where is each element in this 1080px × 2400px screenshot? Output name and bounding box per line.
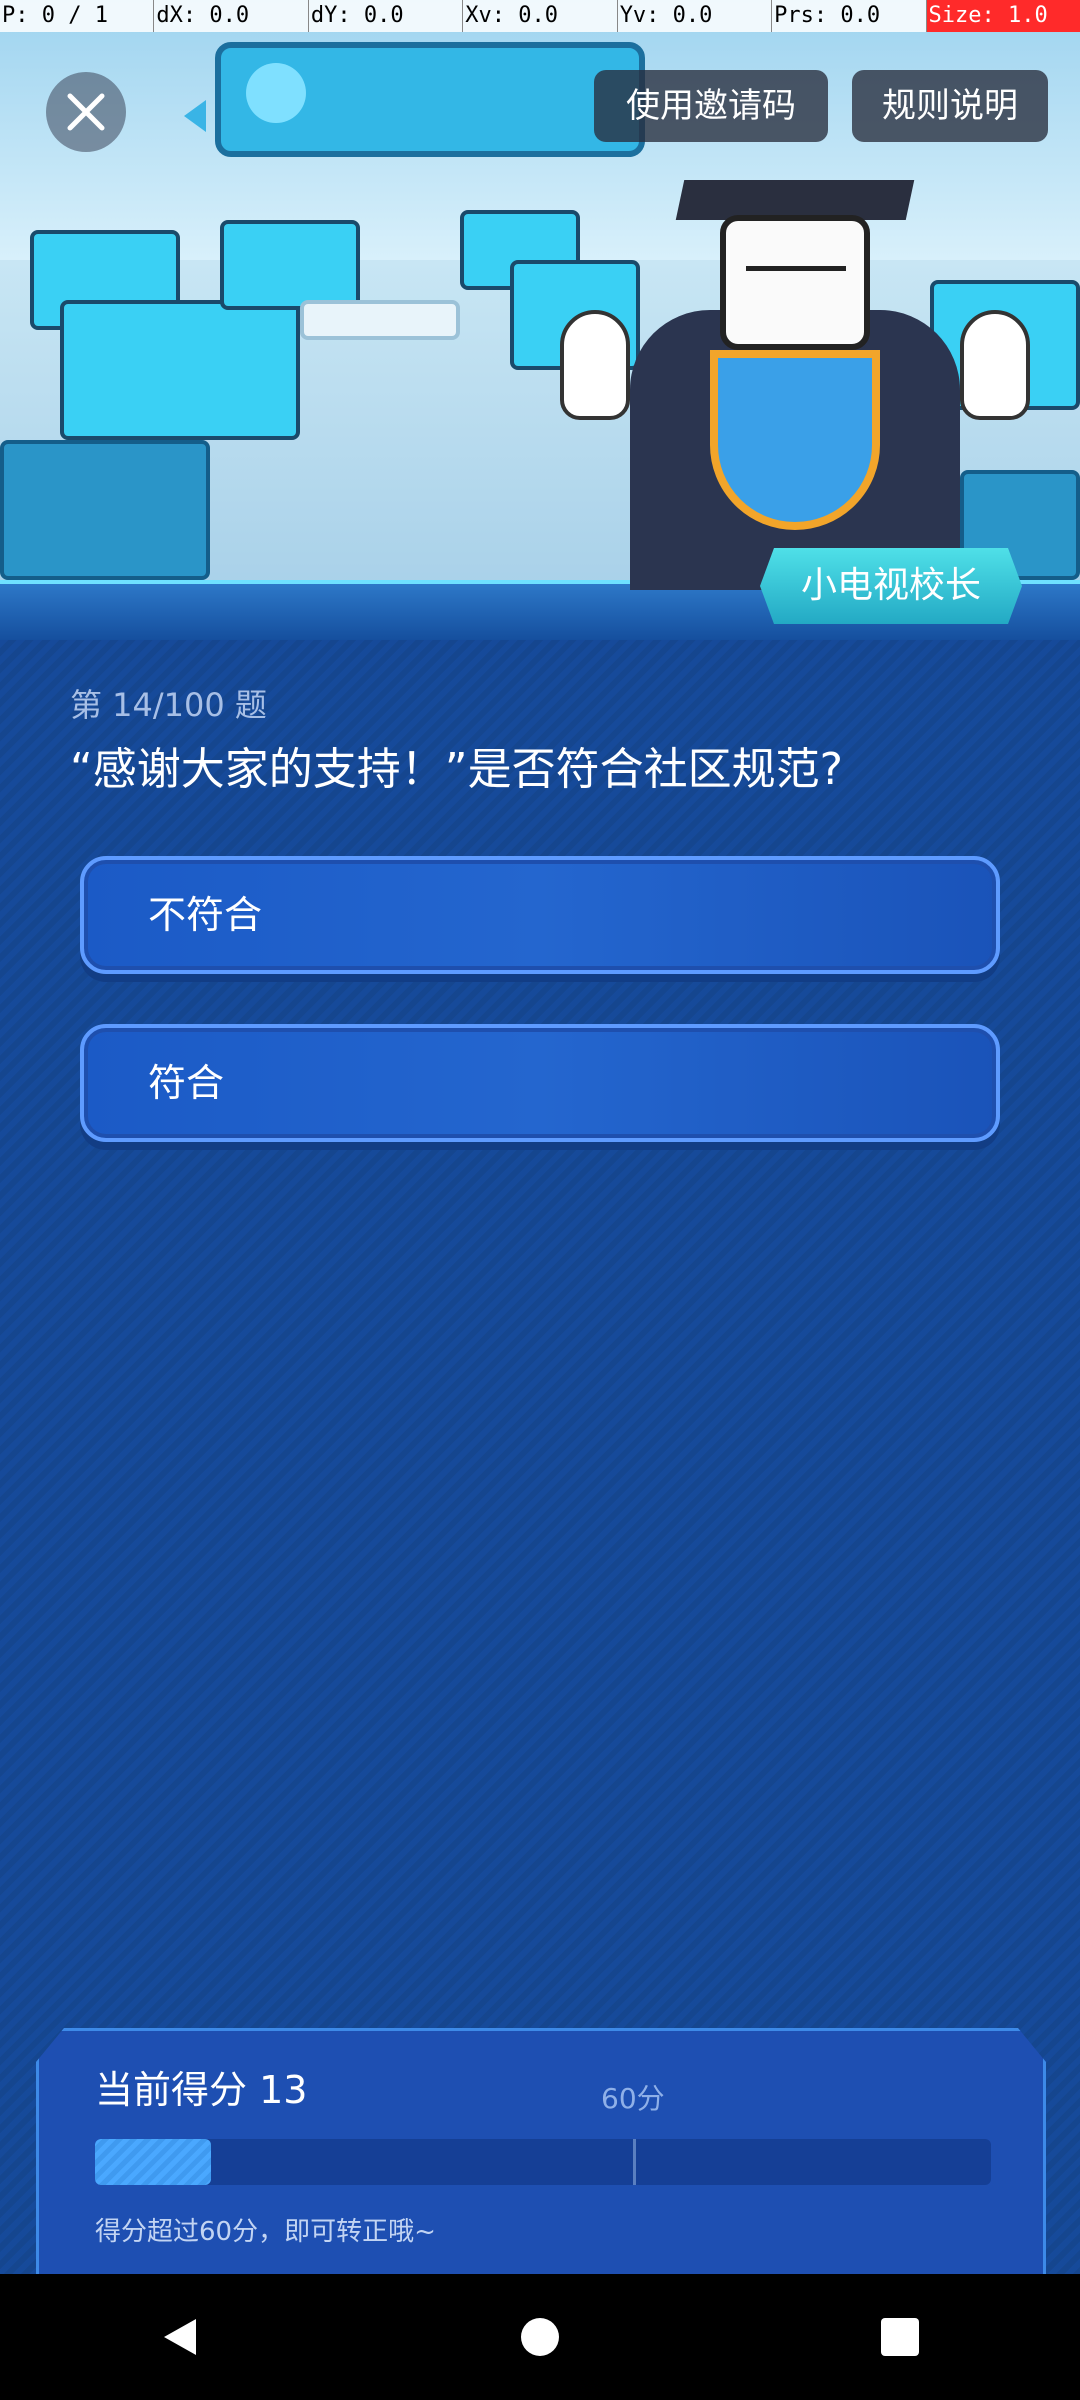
answer-option-compliant[interactable]: 符合 (80, 1024, 1000, 1142)
home-icon (521, 2318, 559, 2356)
left-arrow-decor (184, 100, 206, 132)
debug-size: Size: 1.0 (925, 0, 1080, 32)
desk (0, 440, 210, 580)
rules-button[interactable]: 规则说明 (852, 70, 1048, 142)
desk-monitor (220, 220, 360, 310)
mascot-hand (960, 310, 1030, 420)
debug-dy: dY: 0.0 (307, 0, 462, 32)
close-button[interactable] (46, 72, 126, 152)
question-text: “感谢大家的支持！”是否符合社区规范? (70, 744, 843, 795)
score-progress-fill (95, 2139, 211, 2185)
system-navigation-bar (0, 2274, 1080, 2400)
use-invite-code-button[interactable]: 使用邀请码 (594, 70, 828, 142)
question-counter: 第 14/100 题 (70, 686, 267, 724)
debug-pointer-count: P: 0 / 1 (2, 3, 108, 28)
principal-name-tag: 小电视校长 (760, 548, 1022, 624)
mascot-hand (560, 310, 630, 420)
pass-hint-text: 得分超过60分，即可转正哦~ (95, 2217, 436, 2247)
score-progress-bar (95, 2139, 991, 2185)
debug-dx: dX: 0.0 (153, 0, 307, 32)
recents-icon (881, 2318, 919, 2356)
pass-threshold-label: 60分 (601, 2082, 665, 2115)
score-panel: 当前得分 13 60分 得分超过60分，即可转正哦~ (36, 2028, 1046, 2274)
mascot-principal (560, 160, 1030, 590)
debug-yv: Yv: 0.0 (616, 0, 771, 32)
recents-button[interactable] (860, 2297, 940, 2377)
debug-xv: Xv: 0.0 (462, 0, 616, 32)
close-icon (67, 93, 105, 131)
desk (300, 300, 460, 340)
desk-monitor (60, 300, 300, 440)
classroom-screen (215, 42, 645, 157)
back-icon (164, 2319, 196, 2355)
debug-prs: Prs: 0.0 (771, 0, 925, 32)
current-score-label: 当前得分 13 (95, 2068, 308, 2112)
back-button[interactable] (140, 2297, 220, 2377)
home-button[interactable] (500, 2297, 580, 2377)
threshold-marker (633, 2139, 636, 2185)
pointer-debug-bar: P: 0 / 1 dX: 0.0 dY: 0.0 Xv: 0.0 Yv: 0.0… (0, 0, 1080, 32)
answer-option-not-compliant[interactable]: 不符合 (80, 856, 1000, 974)
